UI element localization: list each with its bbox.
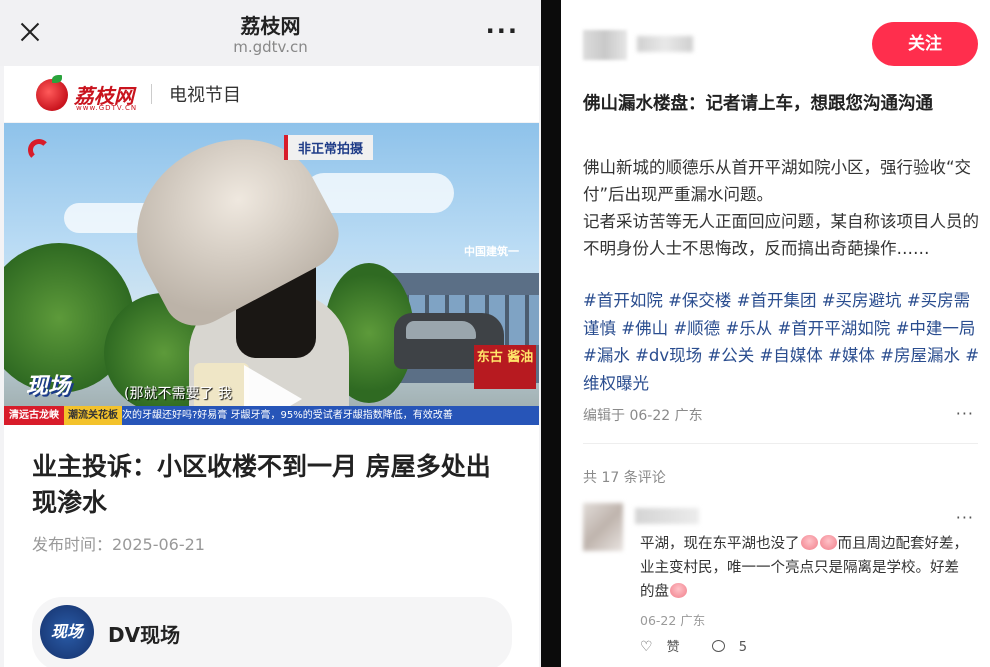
hashtag[interactable]: #dv现场 — [635, 346, 702, 365]
comment-meta: 06-22 广东 — [640, 613, 706, 628]
site-title: 荔枝网 — [240, 14, 301, 38]
abnormal-filming-badge: 非正常拍摄 — [284, 135, 374, 160]
ticker-text: 次的牙龈还好吗?好易膏 牙龈牙膏，95%的受试者牙龈指数降低，有效改善 — [122, 410, 453, 421]
like-label: 赞 — [666, 640, 680, 655]
show-logo: 现场 — [26, 374, 71, 399]
article-card: 业主投诉：小区收楼不到一月 房屋多处出现渗水 发布时间：2025-06-21 现… — [4, 425, 539, 667]
hashtag[interactable]: #首开平湖如院 — [777, 319, 890, 338]
channel-avatar: 现场 — [40, 605, 94, 659]
news-ticker: 清远古龙峡 潮流关花板 次的牙龈还好吗?好易膏 牙龈牙膏，95%的受试者牙龈指数降低… — [4, 406, 539, 425]
comment-text-part: 平湖，现在东平湖也没了 — [640, 536, 800, 552]
hashtag[interactable]: #保交楼 — [668, 291, 731, 310]
hashtag[interactable]: #买房避坑 — [822, 291, 902, 310]
building-sign: 中国建筑一 — [464, 245, 519, 258]
ticker-tag: 潮流关花板 — [64, 406, 122, 425]
pig-emoji-icon — [819, 535, 837, 550]
brand-logo-sub: www.GDTV.CN — [76, 104, 138, 112]
comment-count: 共 17 条评论 — [583, 470, 666, 486]
post-body: 佛山新城的顺德乐从首开平湖如院小区，强行验收“交付”后出现严重漏水问题。 记者采… — [583, 154, 983, 262]
more-options-icon[interactable]: ··· — [956, 404, 974, 423]
browser-topbar: 荔枝网 m.gdtv.cn ··· — [0, 0, 541, 66]
pig-emoji-icon — [670, 583, 687, 598]
hashtag[interactable]: #乐从 — [725, 319, 772, 338]
publish-time: 发布时间：2025-06-21 — [32, 535, 205, 554]
reply-button[interactable]: 5 — [711, 640, 761, 655]
reply-count: 5 — [738, 640, 747, 655]
post-title: 佛山漏水楼盘：记者请上车，想跟您沟通沟通 — [583, 94, 933, 114]
divider — [583, 443, 978, 444]
lychee-logo-icon — [36, 75, 68, 111]
hashtag[interactable]: #佛山 — [621, 319, 668, 338]
channel-card[interactable]: 现场 DV现场 — [32, 597, 512, 667]
hashtag[interactable]: #顺德 — [673, 319, 720, 338]
edit-meta: 编辑于 06-22 广东 — [583, 408, 703, 424]
hashtag[interactable]: #房屋漏水 — [880, 346, 960, 365]
site-url: m.gdtv.cn — [233, 38, 308, 56]
hashtag[interactable]: #首开如院 — [583, 291, 663, 310]
like-button[interactable]: ♡ 赞 — [640, 639, 694, 655]
image-separator — [541, 0, 561, 667]
comment-bubble-icon — [711, 640, 725, 652]
divider — [151, 84, 152, 104]
screen: 荔枝网 m.gdtv.cn ··· 荔枝网 www.GDTV.CN 电视节目 中… — [0, 0, 990, 667]
heart-icon: ♡ — [640, 639, 653, 655]
more-options-icon[interactable]: ··· — [956, 508, 974, 527]
channel-name: DV现场 — [108, 623, 181, 647]
comment-text: 平湖，现在东平湖也没了 而且周边配套好差，业主变村民，唯一一个亮点只是隔离是学校。… — [640, 532, 970, 604]
gdtv-channel-logo-icon — [28, 139, 76, 169]
hashtag-list: #首开如院 #保交楼 #首开集团 #买房避坑 #买房需谨慎 #佛山 #顺德 #乐… — [583, 287, 983, 397]
hashtag[interactable]: #首开集团 — [737, 291, 817, 310]
pig-emoji-icon — [800, 535, 818, 550]
post-paragraph: 佛山新城的顺德乐从首开平湖如院小区，强行验收“交付”后出现严重漏水问题。 — [583, 158, 972, 204]
hashtag[interactable]: #公关 — [707, 346, 754, 365]
hashtag[interactable]: #自媒体 — [759, 346, 822, 365]
video-player[interactable]: 中国建筑一 非正常拍摄 东古 酱油 现场 (那就不需要了 我 清远古龙峡 潮流关花… — [4, 123, 539, 425]
more-options-icon[interactable]: ··· — [486, 19, 519, 43]
hashtag[interactable]: #媒体 — [828, 346, 875, 365]
hashtag[interactable]: #漏水 — [583, 346, 630, 365]
sauce-ad-badge: 东古 酱油 — [474, 345, 536, 389]
video-subtitle: (那就不需要了 我 — [124, 386, 232, 402]
hashtag[interactable]: #中建一局 — [896, 319, 976, 338]
commenter-avatar[interactable] — [583, 503, 623, 551]
post-detail-panel: 关注 佛山漏水楼盘：记者请上车，想跟您沟通沟通 佛山新城的顺德乐从首开平湖如院小… — [561, 0, 990, 667]
article-title: 业主投诉：小区收楼不到一月 房屋多处出现渗水 — [32, 452, 491, 517]
post-paragraph: 记者采访苦等无人正面回应问题，某自称该项目人员的不明身份人士不思悔改，反而搞出奇… — [583, 212, 979, 258]
comment-actions: ♡ 赞 5 — [640, 636, 775, 655]
brand-header: 荔枝网 www.GDTV.CN 电视节目 — [4, 66, 539, 122]
author-avatar[interactable] — [583, 30, 627, 60]
commenter-name[interactable] — [635, 508, 699, 524]
ticker-location: 清远古龙峡 — [4, 406, 64, 425]
follow-button[interactable]: 关注 — [872, 22, 978, 66]
article-screenshot[interactable]: 荔枝网 m.gdtv.cn ··· 荔枝网 www.GDTV.CN 电视节目 中… — [0, 0, 541, 667]
author-name[interactable] — [637, 36, 693, 52]
section-label[interactable]: 电视节目 — [169, 81, 241, 107]
